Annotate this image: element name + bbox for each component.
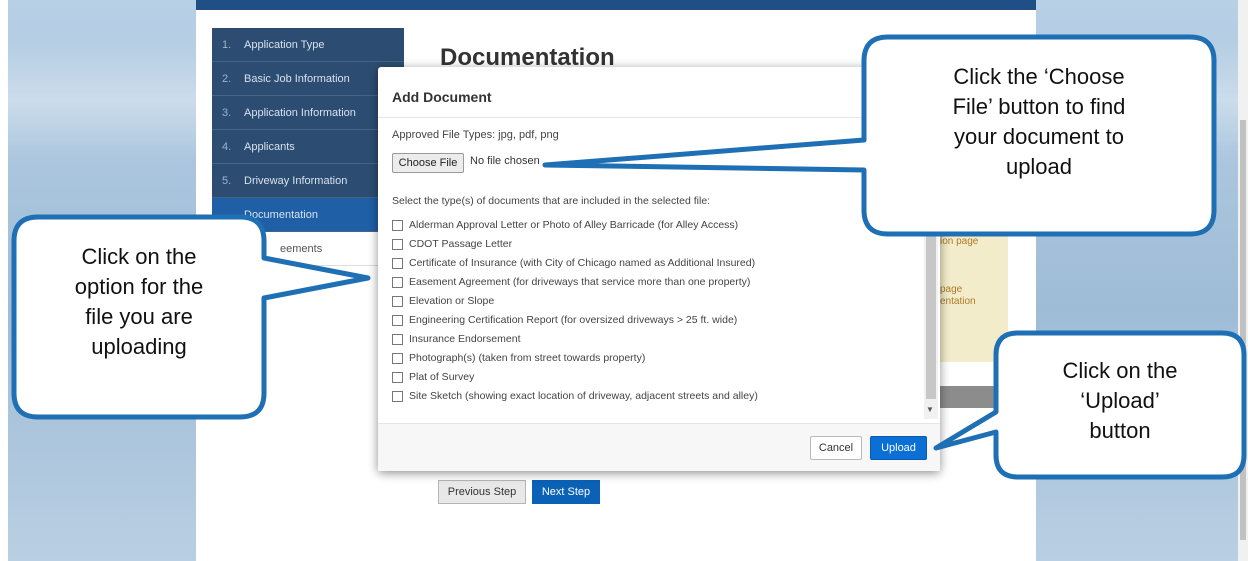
callout-line: File’ button to find (952, 94, 1126, 119)
callout-line: uploading (91, 334, 187, 359)
option-callout: Click on the option for the file you are… (18, 242, 260, 362)
upload-callout: Click on the ‘Upload’ button (1000, 356, 1240, 446)
callout-line: button (1089, 418, 1151, 443)
choose-file-callout: Click the ‘Choose File’ button to find y… (872, 62, 1206, 182)
callout-line: option for the (74, 274, 204, 299)
callout-line: ‘Upload’ (1080, 388, 1160, 413)
callout-line: your document to (954, 124, 1124, 149)
callout-line: file you are (85, 304, 193, 329)
callout-line: upload (1005, 154, 1073, 179)
callout-line: Click on the (81, 244, 197, 269)
callout-line: Click on the (1062, 358, 1178, 383)
callout-line: Click the ‘Choose (953, 64, 1125, 89)
